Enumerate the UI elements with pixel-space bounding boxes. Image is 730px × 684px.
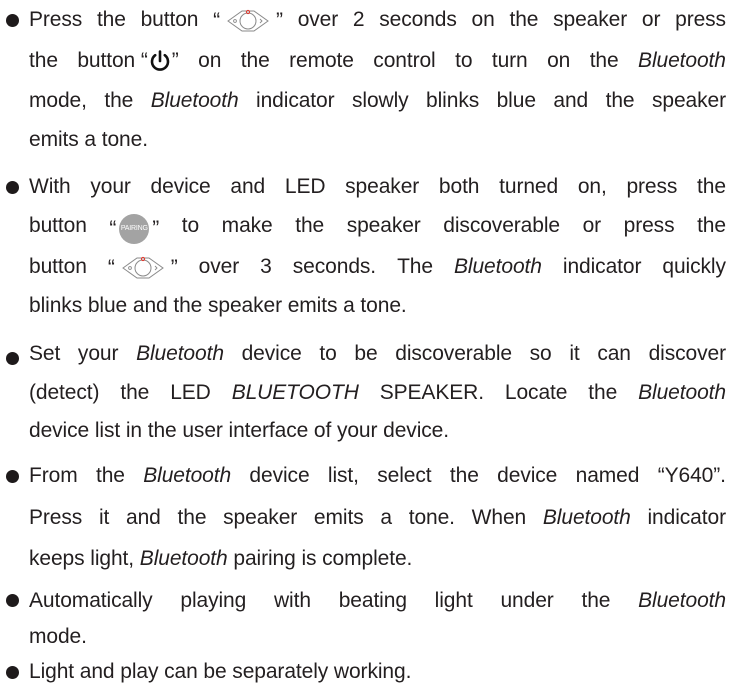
bullet-dot — [6, 594, 19, 607]
bullet-dot — [6, 352, 19, 365]
text-line: emits a tone. — [29, 128, 148, 151]
text-line: mode, the Bluetooth indicator slowly bli… — [29, 89, 726, 112]
text-line: device list in the user interface of you… — [29, 419, 449, 442]
text-line: button “ PAIRING ” to make the speaker d… — [29, 214, 726, 244]
mode-button-icon — [117, 255, 169, 281]
text-line: Press it and the speaker emits a tone. W… — [29, 506, 726, 529]
text-line: Automatically playing with beating light… — [29, 589, 726, 612]
text-line: (detect) the LED BLUETOOTH SPEAKER. Loca… — [29, 381, 726, 404]
bullet-dot — [6, 666, 19, 679]
text-line: With your device and LED speaker both tu… — [29, 175, 726, 198]
power-icon — [148, 49, 172, 73]
mode-button-icon — [222, 8, 274, 34]
bullet-dot — [6, 470, 19, 483]
pairing-button-icon: PAIRING — [119, 214, 150, 244]
text-line: the button “ ” on the remote control to … — [29, 49, 726, 73]
bullet-dot — [6, 181, 19, 194]
text-line: Set your Bluetooth device to be discover… — [29, 342, 726, 365]
text-line: Light and play can be separately working… — [29, 660, 412, 683]
text-line: Press the button “ ” over 2 seconds on t… — [29, 8, 726, 34]
text-line: button “ ” over 3 seconds. The Bluetooth… — [29, 255, 726, 281]
bullet-dot — [6, 14, 19, 27]
text-line: keeps light, Bluetooth pairing is comple… — [29, 547, 413, 570]
manual-page: Press the button “ ” over 2 seconds on t… — [0, 0, 730, 683]
text-line: From the Bluetooth device list, select t… — [29, 464, 726, 487]
text-line: mode. — [29, 625, 87, 648]
text-line: blinks blue and the speaker emits a tone… — [29, 294, 407, 317]
